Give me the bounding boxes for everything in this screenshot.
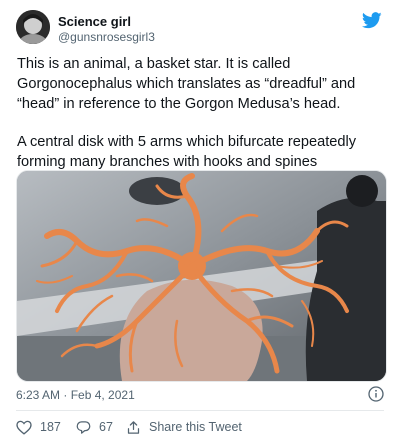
basket-star-photo	[17, 171, 386, 381]
avatar[interactable]	[16, 10, 50, 44]
tweet-actions: 187 67 Share this Tweet	[16, 417, 384, 437]
author-handle[interactable]: @gunsnrosesgirl3	[58, 30, 155, 45]
tweet-header: Science girl @gunsnrosesgirl3	[16, 10, 388, 50]
reply-button[interactable]: 67	[76, 417, 113, 437]
tweet-paragraph-1: This is an animal, a basket star. It is …	[17, 56, 356, 112]
author-display-name[interactable]: Science girl	[58, 14, 155, 30]
like-button[interactable]: 187	[16, 417, 61, 437]
author-names: Science girl @gunsnrosesgirl3	[58, 14, 155, 45]
reply-count: 67	[99, 420, 113, 434]
twitter-bird-icon[interactable]	[362, 12, 382, 29]
share-icon	[127, 420, 140, 434]
share-button[interactable]: Share this Tweet	[126, 417, 242, 437]
heart-icon	[16, 420, 32, 435]
tweet-card: Science girl @gunsnrosesgirl3 This is an…	[0, 0, 400, 447]
info-icon[interactable]	[368, 386, 384, 402]
tweet-text: This is an animal, a basket star. It is …	[17, 54, 389, 172]
divider	[16, 410, 384, 411]
like-count: 187	[40, 420, 61, 434]
speech-bubble-icon	[76, 420, 91, 434]
tweet-timestamp[interactable]: 6:23 AM · Feb 4, 2021	[16, 388, 135, 402]
tweet-paragraph-2: A central disk with 5 arms which bifurca…	[17, 134, 357, 170]
share-label: Share this Tweet	[149, 420, 242, 434]
tweet-photo[interactable]	[16, 170, 387, 382]
